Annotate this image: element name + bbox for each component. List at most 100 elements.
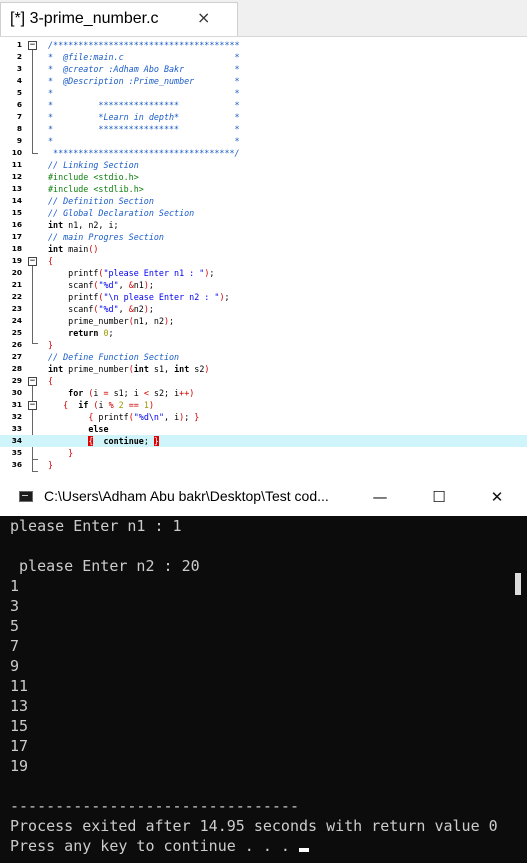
line-number: 3 — [16, 64, 22, 73]
line-number: 22 — [11, 292, 22, 301]
code-line: 30 for (i = s1; i < s2; i++) — [0, 387, 527, 399]
console-scrollbar[interactable] — [515, 573, 521, 595]
line-number: 6 — [16, 100, 22, 109]
code-line: 31 { if (i % 2 == 1) — [0, 399, 527, 411]
code-line: 23 scanf("%d", &n2); — [0, 303, 527, 315]
line-number: 15 — [11, 208, 22, 217]
line-number: 32 — [11, 412, 22, 421]
console-line: Process exited after 14.95 seconds with … — [10, 817, 498, 835]
code-line: 4 * @Description :Prime_number * — [0, 75, 527, 87]
line-number: 4 — [16, 76, 22, 85]
code-line: 29{ — [0, 375, 527, 387]
line-number: 26 — [11, 340, 22, 349]
console-line: 1 — [10, 577, 20, 595]
line-number: 23 — [11, 304, 22, 313]
line-number: 10 — [11, 148, 22, 157]
console-line: 3 — [10, 597, 20, 615]
code-line: 25 return 0; — [0, 327, 527, 339]
code-line: 19{ — [0, 255, 527, 267]
console-prompt-text: Press any key to continue . . . — [10, 837, 299, 855]
line-number: 30 — [11, 388, 22, 397]
code-line: 13 #include <stdlib.h> — [0, 183, 527, 195]
console-app-icon — [19, 491, 33, 502]
code-line: 15// Global Declaration Section — [0, 207, 527, 219]
code-line: 26} — [0, 339, 527, 351]
console-line: 15 — [10, 717, 29, 735]
code-line: 27// Define Function Section — [0, 351, 527, 363]
file-tab[interactable]: [*] 3-prime_number.c × — [0, 2, 238, 36]
console-window[interactable]: C:\Users\Adham Abu bakr\Desktop\Test cod… — [0, 478, 527, 863]
line-number: 31 — [11, 400, 22, 409]
code-line: 2 * @file:main.c * — [0, 51, 527, 63]
code-line: 6 * **************** * — [0, 99, 527, 111]
line-number: 36 — [11, 460, 22, 469]
line-number: 24 — [11, 316, 22, 325]
code-line: 12 #include <stdio.h> — [0, 171, 527, 183]
code-line-current: 34 { continue; } — [0, 435, 527, 447]
line-number: 19 — [11, 256, 22, 265]
code-line: 24 prime_number(n1, n2); — [0, 315, 527, 327]
code-line: 5 * * — [0, 87, 527, 99]
console-line: 11 — [10, 677, 29, 695]
line-number: 21 — [11, 280, 22, 289]
console-line: 7 — [10, 637, 20, 655]
line-number: 18 — [11, 244, 22, 253]
console-line: 5 — [10, 617, 20, 635]
maximize-button[interactable]: ☐ — [416, 478, 462, 516]
close-tab-icon[interactable]: × — [197, 8, 210, 27]
console-line: 9 — [10, 657, 20, 675]
line-number: 20 — [11, 268, 22, 277]
line-number: 13 — [11, 184, 22, 193]
console-line: 19 — [10, 757, 29, 775]
code-line: 18 int main() — [0, 243, 527, 255]
line-number: 7 — [16, 112, 22, 121]
code-line: 17// main Progres Section — [0, 231, 527, 243]
code-line: 21 scanf("%d", &n1); — [0, 279, 527, 291]
line-number: 8 — [16, 124, 22, 133]
code-line: 36} — [0, 459, 527, 471]
line-number: 5 — [16, 88, 22, 97]
code-line: 20 printf("please Enter n1 : "); — [0, 267, 527, 279]
fold-end-marker — [32, 471, 38, 472]
code-line: 10 ************************************/ — [0, 147, 527, 159]
line-number: 33 — [11, 424, 22, 433]
code-line: 8 * **************** * — [0, 123, 527, 135]
code-line: 11// Linking Section — [0, 159, 527, 171]
code-line: 33 else — [0, 423, 527, 435]
line-number: 35 — [11, 448, 22, 457]
line-number: 34 — [11, 436, 22, 445]
close-window-button[interactable]: ✕ — [474, 478, 520, 516]
line-number: 27 — [11, 352, 22, 361]
code-line: 9 * * — [0, 135, 527, 147]
console-line: 17 — [10, 737, 29, 755]
line-number: 2 — [16, 52, 22, 61]
text-cursor — [298, 848, 309, 852]
console-line: please Enter n2 : 20 — [10, 557, 200, 575]
line-number: 25 — [11, 328, 22, 337]
code-line: 3 * @creator :Adham Abo Bakr * — [0, 63, 527, 75]
console-output[interactable]: please Enter n1 : 1 please Enter n2 : 20… — [0, 516, 527, 863]
line-number: 29 — [11, 376, 22, 385]
code-line: 16 int n1, n2, i; — [0, 219, 527, 231]
code-line: 1/************************************* — [0, 39, 527, 51]
console-separator: -------------------------------- — [10, 797, 299, 815]
code-line: 28 int prime_number(int s1, int s2) — [0, 363, 527, 375]
line-number: 9 — [16, 136, 22, 145]
code-line: 35 } — [0, 447, 527, 459]
console-line: 13 — [10, 697, 29, 715]
code-line: 32 { printf("%d\n", i); } — [0, 411, 527, 423]
editor-tab-bar: [*] 3-prime_number.c × — [0, 0, 527, 37]
code-line: 14// Definition Section — [0, 195, 527, 207]
console-title: C:\Users\Adham Abu bakr\Desktop\Test cod… — [44, 488, 329, 504]
minimize-button[interactable]: — — [357, 478, 403, 516]
code-editor[interactable]: − − − − 1/******************************… — [0, 37, 527, 473]
file-tab-title[interactable]: [*] 3-prime_number.c — [10, 10, 159, 28]
console-title-bar[interactable]: C:\Users\Adham Abu bakr\Desktop\Test cod… — [0, 478, 527, 516]
line-number: 14 — [11, 196, 22, 205]
line-number: 28 — [11, 364, 22, 373]
line-number: 11 — [11, 160, 22, 169]
line-number: 16 — [11, 220, 22, 229]
line-number: 1 — [16, 40, 22, 49]
console-prompt-line: Press any key to continue . . . — [10, 836, 309, 856]
line-number: 17 — [11, 232, 22, 241]
